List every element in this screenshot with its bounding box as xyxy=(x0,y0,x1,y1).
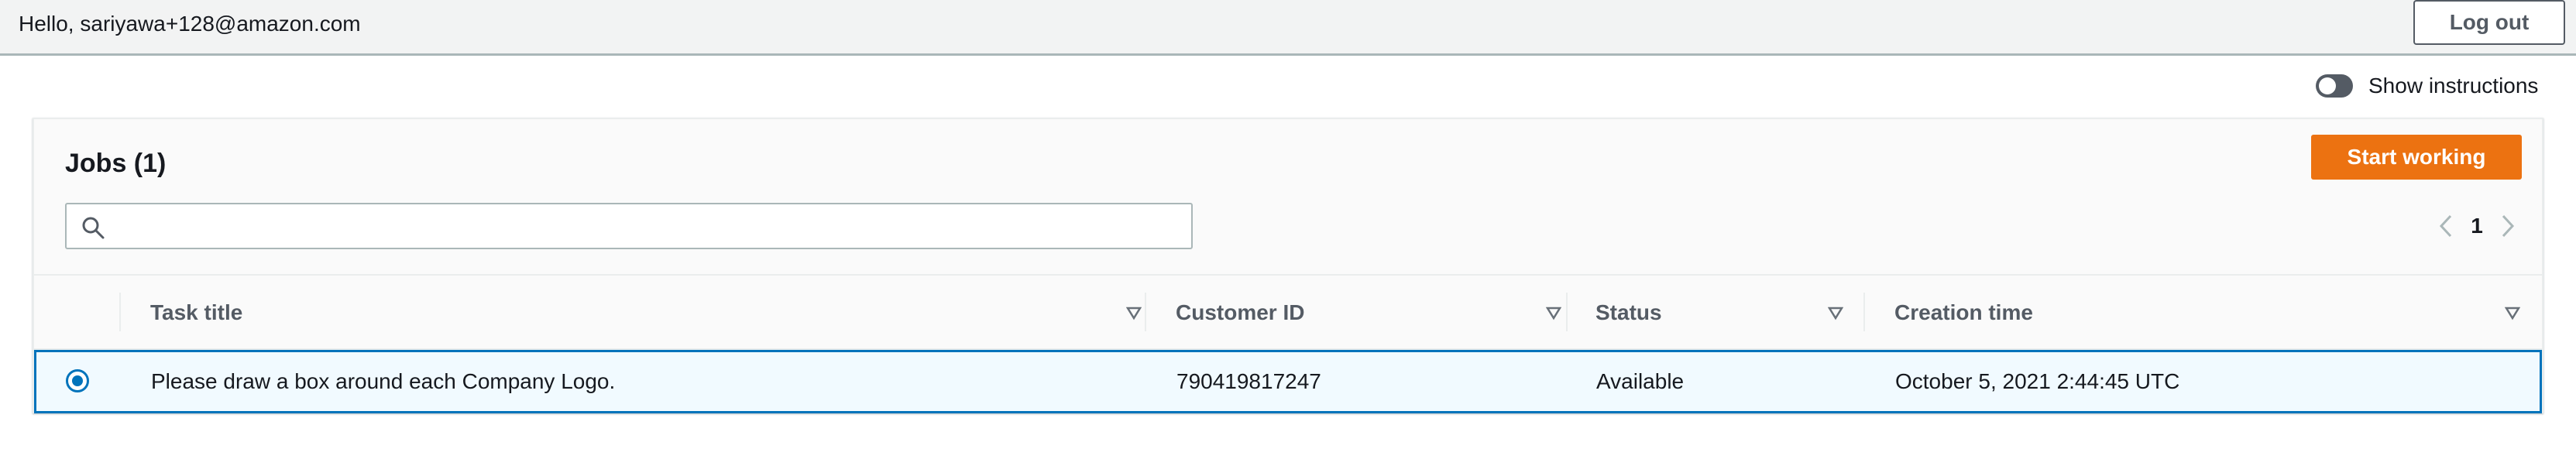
user-greeting: Hello, sariyawa+128@amazon.com xyxy=(19,12,361,36)
column-divider xyxy=(119,293,121,331)
column-divider xyxy=(1145,293,1146,331)
radio-selected-dot xyxy=(72,375,83,386)
next-page-button[interactable] xyxy=(2492,211,2523,242)
jobs-panel: Jobs (1) Start working 1 Task title Cust… xyxy=(33,118,2543,413)
column-header-status[interactable]: Status xyxy=(1595,276,1874,350)
pagination: 1 xyxy=(2430,209,2523,243)
logout-button[interactable]: Log out xyxy=(2413,0,2565,45)
task-title-cell: Please draw a box around each Company Lo… xyxy=(151,369,616,393)
column-header-customer-id[interactable]: Customer ID xyxy=(1176,276,1578,350)
row-select-radio[interactable] xyxy=(66,369,89,392)
column-header-task-title[interactable]: Task title xyxy=(150,276,1149,350)
column-divider xyxy=(1863,293,1865,331)
table-row[interactable]: Please draw a box around each Company Lo… xyxy=(34,350,2542,413)
sort-icon[interactable] xyxy=(1126,305,1142,320)
search-icon xyxy=(82,217,105,239)
search-field[interactable] xyxy=(65,203,1193,249)
show-instructions-toggle[interactable] xyxy=(2316,74,2353,98)
start-working-button[interactable]: Start working xyxy=(2311,135,2522,180)
jobs-title: Jobs (1) xyxy=(65,149,167,178)
previous-page-button[interactable] xyxy=(2430,211,2461,242)
show-instructions-toggle-group[interactable]: Show instructions xyxy=(2316,73,2538,99)
column-header-creation-time[interactable]: Creation time xyxy=(1894,276,2530,350)
column-label: Customer ID xyxy=(1176,300,1305,324)
sort-icon[interactable] xyxy=(2505,305,2520,320)
current-page[interactable]: 1 xyxy=(2461,214,2492,238)
column-divider xyxy=(1566,293,1568,331)
status-cell: Available xyxy=(1596,369,1685,393)
column-label: Creation time xyxy=(1894,300,2033,324)
column-label: Status xyxy=(1595,300,1662,324)
creation-time-cell: October 5, 2021 2:44:45 UTC xyxy=(1895,369,2180,393)
sort-icon[interactable] xyxy=(1546,305,1561,320)
show-instructions-label: Show instructions xyxy=(2368,74,2539,98)
sort-icon[interactable] xyxy=(1828,305,1843,320)
top-bar: Hello, sariyawa+128@amazon.com Log out xyxy=(0,0,2576,56)
search-input[interactable] xyxy=(116,211,1177,242)
column-label: Task title xyxy=(150,300,243,324)
chevron-right-icon xyxy=(2502,214,2515,238)
customer-id-cell: 790419817247 xyxy=(1176,369,1321,393)
toggle-knob xyxy=(2319,77,2336,94)
chevron-left-icon xyxy=(2439,214,2452,238)
table-header: Task title Customer ID Status Creation t… xyxy=(34,274,2542,350)
